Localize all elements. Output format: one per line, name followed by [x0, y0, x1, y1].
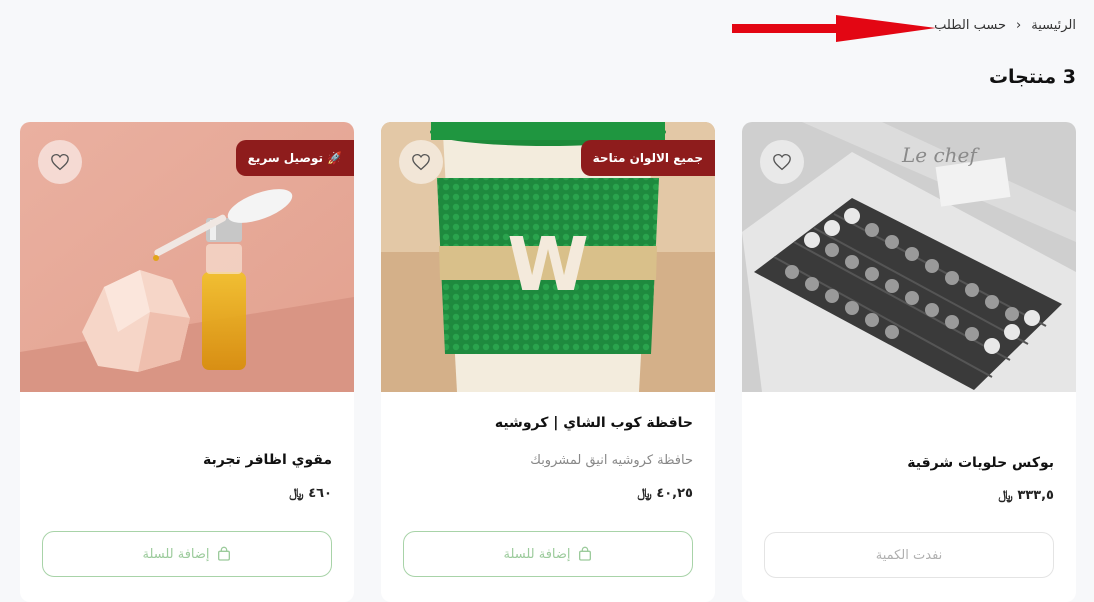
products-count-heading: 3 منتجات: [988, 66, 1076, 88]
riyal-currency-icon: ﷼: [998, 488, 1013, 503]
breadcrumb-home-link[interactable]: الرئيسية: [1031, 18, 1076, 33]
out-of-stock-button[interactable]: نفدت الكمية: [764, 532, 1054, 578]
breadcrumb-current: حسب الطلب: [934, 18, 1007, 33]
product-title[interactable]: بوكس حلويات شرقية: [907, 455, 1054, 471]
svg-text:W: W: [507, 222, 589, 308]
annotation-arrow-icon: [732, 15, 936, 42]
add-to-cart-button[interactable]: إضافة للسلة: [42, 531, 332, 577]
product-badge: 🚀 توصيل سريع: [235, 140, 354, 176]
product-card[interactable]: 🚀 توصيل سريع مقوي اظافر تجربة ٤٦٠ ﷼ إضاف…: [20, 122, 354, 602]
shopping-bag-icon: [578, 546, 591, 561]
breadcrumb-separator-icon: ›: [1016, 18, 1022, 33]
rocket-icon: 🚀: [327, 151, 342, 165]
product-price: ٤٦٠ ﷼: [289, 486, 332, 501]
product-card[interactable]: Le chef بوكس حلويات شرقية ٣٣٣,٥ ﷼ نفدت ا…: [742, 122, 1076, 602]
favorite-button[interactable]: [38, 140, 82, 184]
heart-icon: [51, 153, 69, 171]
product-grid: 🚀 توصيل سريع مقوي اظافر تجربة ٤٦٠ ﷼ إضاف…: [20, 122, 1076, 602]
favorite-button[interactable]: [760, 140, 804, 184]
product-badge: جميع الالوان متاحة: [580, 140, 715, 176]
heart-icon: [412, 153, 430, 171]
product-price: ٣٣٣,٥ ﷼: [998, 488, 1054, 503]
heart-icon: [773, 153, 791, 171]
svg-text:Le chef: Le chef: [901, 143, 980, 167]
add-to-cart-button[interactable]: إضافة للسلة: [403, 531, 693, 577]
riyal-currency-icon: ﷼: [637, 486, 652, 501]
shopping-bag-icon: [217, 546, 230, 561]
product-price: ٤٠,٢٥ ﷼: [637, 486, 693, 501]
product-title[interactable]: حافظة كوب الشاي | كروشيه: [495, 415, 693, 431]
product-title[interactable]: مقوي اظافر تجربة: [203, 452, 332, 468]
riyal-currency-icon: ﷼: [289, 486, 304, 501]
favorite-button[interactable]: [399, 140, 443, 184]
product-description: حافظة كروشيه انيق لمشروبك: [530, 453, 693, 468]
breadcrumb: الرئيسية › حسب الطلب: [934, 18, 1076, 33]
product-card[interactable]: W جميع الالوان متاحة حافظة كوب الشاي | ك…: [381, 122, 715, 602]
